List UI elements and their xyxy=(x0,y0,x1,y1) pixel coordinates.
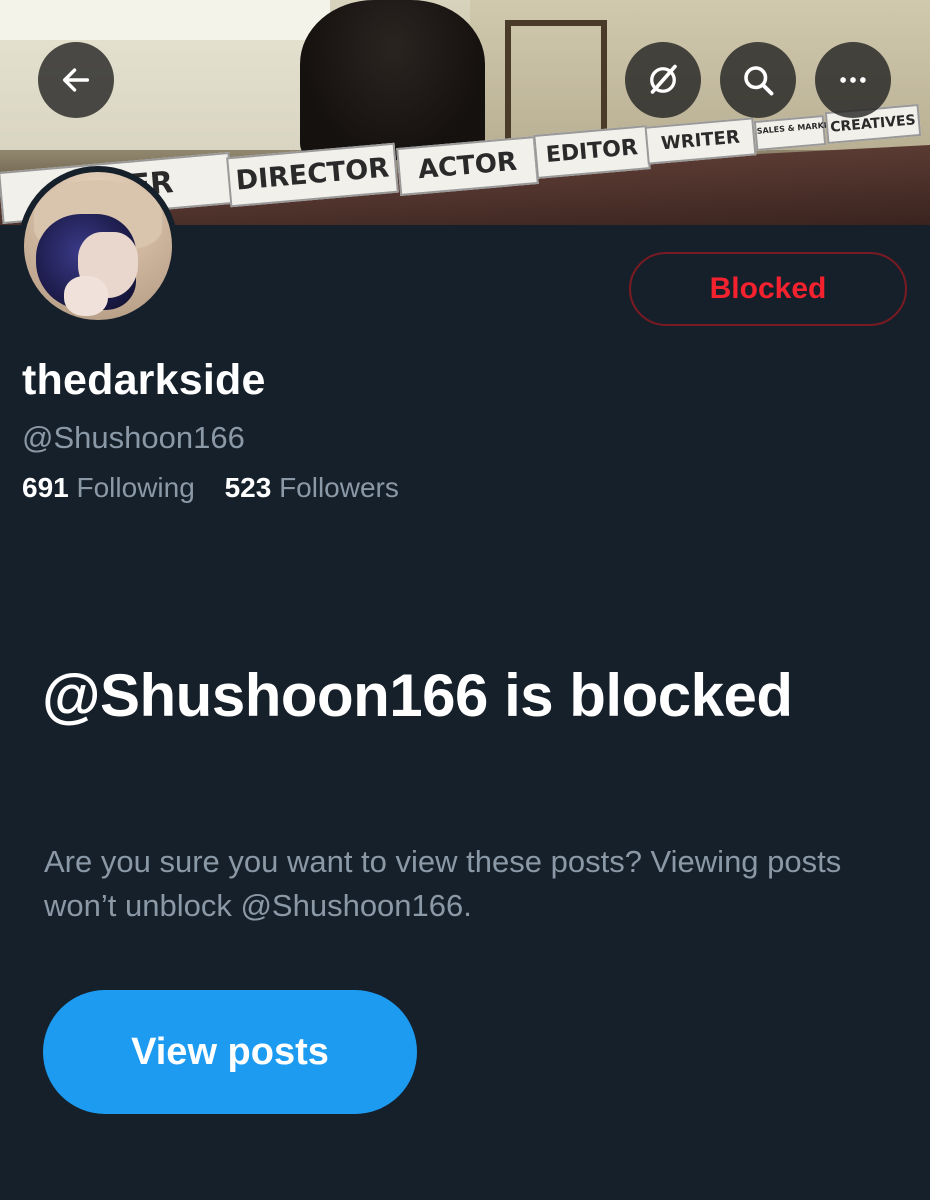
following-link[interactable]: 691 Following xyxy=(22,472,195,503)
profile-handle: @Shushoon166 xyxy=(22,420,245,455)
search-icon xyxy=(744,66,774,96)
view-posts-button[interactable]: View posts xyxy=(43,990,417,1114)
banner-chair xyxy=(505,20,607,146)
followers-label: Followers xyxy=(279,472,399,503)
grok-button[interactable] xyxy=(625,42,701,118)
followers-count: 523 xyxy=(224,472,272,503)
grok-icon xyxy=(650,64,677,94)
placard-sales-marketing: SALES & MARKETING xyxy=(753,115,851,151)
blocked-title: @Shushoon166 is blocked xyxy=(42,662,793,729)
followers-link[interactable]: 523 Followers xyxy=(225,472,399,503)
profile-stats: 691 Following 523 Followers xyxy=(22,472,399,504)
search-button[interactable] xyxy=(720,42,796,118)
following-label: Following xyxy=(76,472,195,503)
blocked-description: Are you sure you want to view these post… xyxy=(44,844,842,923)
arrow-left-icon xyxy=(62,68,90,92)
following-count: 691 xyxy=(22,472,69,503)
ellipsis-icon xyxy=(840,77,866,83)
back-button[interactable] xyxy=(38,42,114,118)
display-name: thedarkside xyxy=(22,356,266,404)
blocked-button[interactable]: Blocked xyxy=(629,252,907,326)
avatar-image xyxy=(24,172,172,320)
avatar[interactable] xyxy=(18,166,178,326)
banner-screen xyxy=(0,0,330,40)
more-button[interactable] xyxy=(815,42,891,118)
banner-person xyxy=(300,0,485,160)
